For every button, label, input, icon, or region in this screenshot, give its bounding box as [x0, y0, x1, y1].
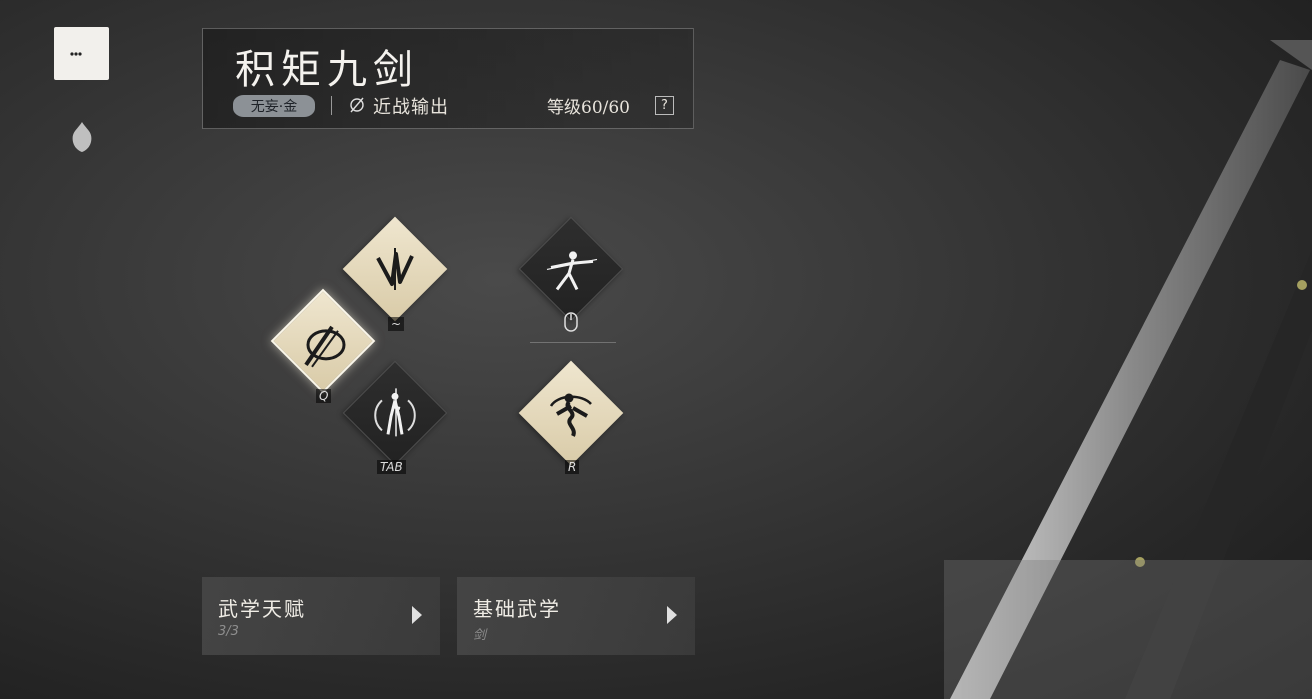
talent-menu-card[interactable]: 武学天赋 3/3: [202, 577, 440, 655]
key-label-bottom: TAB: [377, 460, 406, 474]
skill-ultimate[interactable]: [518, 360, 624, 466]
flame-emblem-icon: [72, 121, 91, 152]
slashed-circle-icon: [350, 97, 364, 113]
basic-skill-menu-card[interactable]: 基础武学 剑: [457, 577, 695, 655]
mouse-icon: [564, 312, 578, 332]
talent-progress: 3/3: [218, 624, 239, 639]
level-text: 等级60/60: [547, 98, 630, 118]
basic-skill-weapon: 剑: [473, 628, 487, 643]
sidebar-tab-skills[interactable]: [54, 27, 109, 80]
sword-slash-icon: [304, 325, 346, 368]
skill-divider: [530, 342, 616, 343]
lunge-figure-icon: [546, 251, 598, 291]
crescent-dots-icon: [69, 42, 90, 65]
basic-skill-title: 基础武学: [473, 597, 561, 621]
role-label: 近战输出: [373, 97, 449, 118]
skill-upper[interactable]: [342, 216, 448, 322]
key-label-upper: ~: [388, 317, 405, 331]
help-button[interactable]: ?: [655, 96, 674, 115]
skill-attack[interactable]: [518, 216, 624, 322]
skill-header-panel: 积矩九剑 无妄·金 近战输出 等级60/60 ?: [202, 28, 694, 129]
key-label-left: Q: [316, 389, 332, 403]
spin-figure-icon: [549, 393, 592, 437]
overlay-box: [944, 560, 1312, 699]
chevron-right-icon: [667, 606, 677, 624]
element-tag: 无妄·金: [233, 95, 315, 117]
sidebar-tab-emblem[interactable]: [54, 110, 109, 163]
page-title: 积矩九剑: [235, 47, 419, 93]
sword-stance-icon: [374, 388, 416, 437]
sword-strokes-icon: [376, 248, 414, 290]
key-label-ultimate: R: [565, 460, 580, 474]
tag-divider: [331, 96, 332, 115]
chevron-right-icon: [412, 606, 422, 624]
talent-title: 武学天赋: [218, 597, 306, 621]
